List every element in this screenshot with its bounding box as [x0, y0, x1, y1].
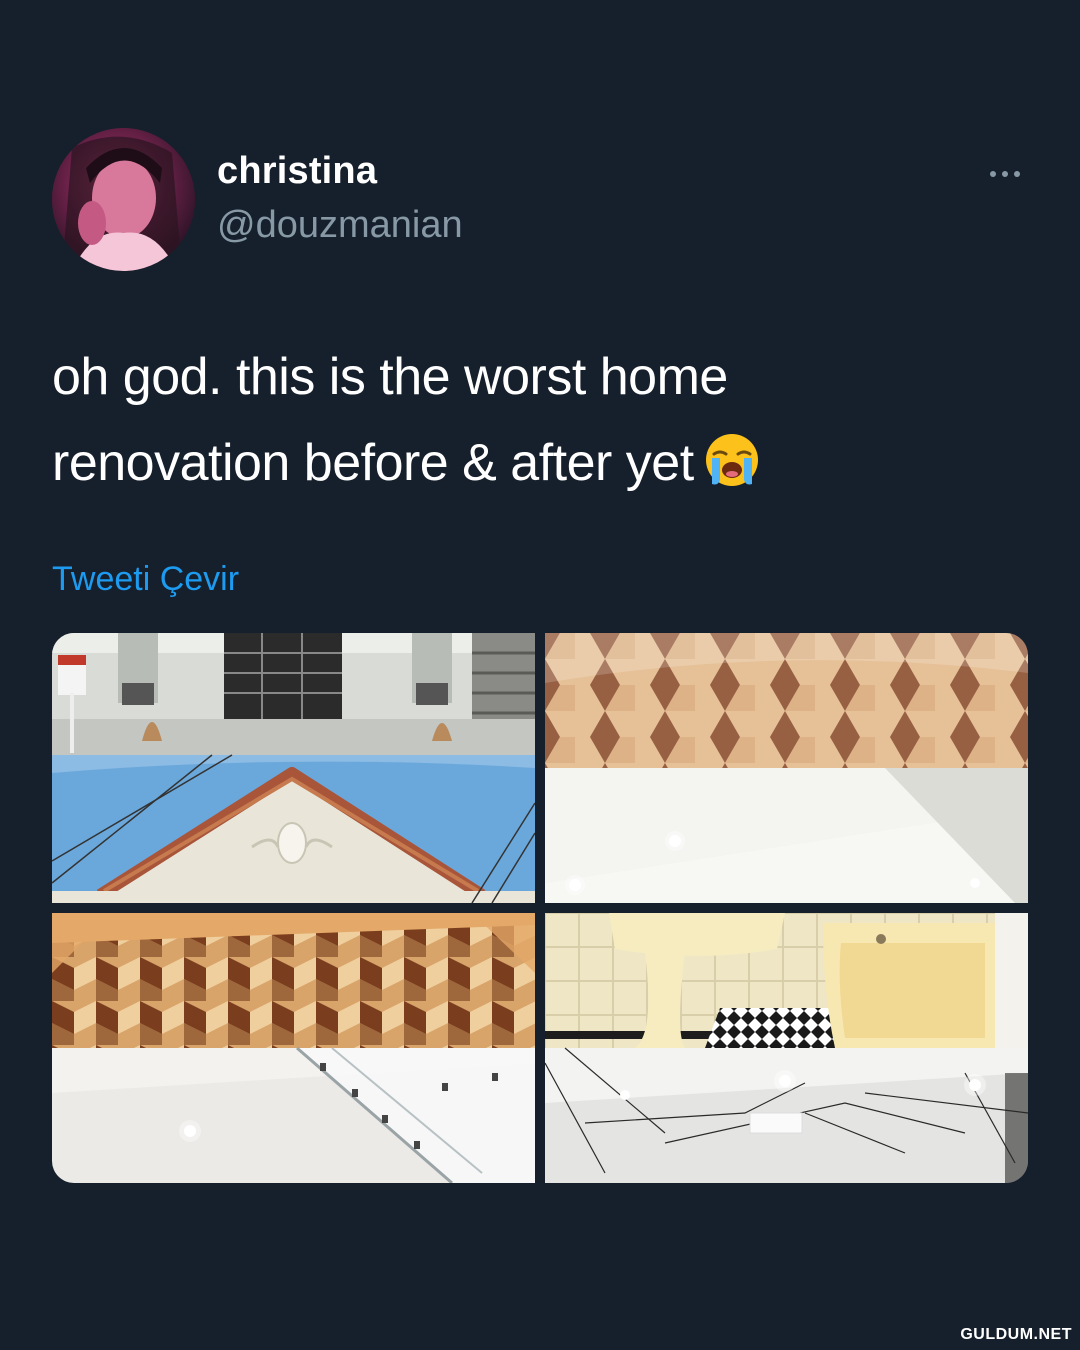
profile-photo-icon: [52, 128, 195, 271]
tweet-text-line-1: oh god. this is the worst home: [52, 348, 728, 406]
tweet-text: oh god. this is the worst home renovatio…: [52, 334, 1032, 506]
bathroom-photo: [545, 913, 1028, 1183]
more-horizontal-icon: [1002, 171, 1008, 177]
loudly-crying-face-icon: [705, 434, 758, 486]
tweet-text-line-2-text: renovation before & after yet: [52, 434, 694, 492]
user-handle[interactable]: @douzmanian: [217, 204, 463, 247]
media-photo-1[interactable]: [52, 633, 535, 903]
house-exterior-photo: [52, 633, 535, 903]
hexagon-floor-photo: [545, 633, 1028, 903]
watermark: GULDUM.NET: [960, 1326, 1072, 1343]
tweet-text-line-2: renovation before & after yet: [52, 420, 1032, 506]
translate-tweet-link[interactable]: Tweeti Çevir: [52, 560, 239, 599]
display-name[interactable]: christina: [217, 150, 377, 193]
more-horizontal-icon: [990, 171, 996, 177]
tweet-screenshot: christina @douzmanian oh god. this is th…: [0, 0, 1080, 1350]
chevron-floor-photo: [52, 913, 535, 1183]
media-photo-4[interactable]: [545, 913, 1028, 1183]
more-horizontal-icon: [1014, 171, 1020, 177]
media-grid: [52, 633, 1028, 1183]
media-photo-3[interactable]: [52, 913, 535, 1183]
media-photo-2[interactable]: [545, 633, 1028, 903]
more-options-button[interactable]: [980, 160, 1030, 188]
avatar[interactable]: [52, 128, 195, 271]
